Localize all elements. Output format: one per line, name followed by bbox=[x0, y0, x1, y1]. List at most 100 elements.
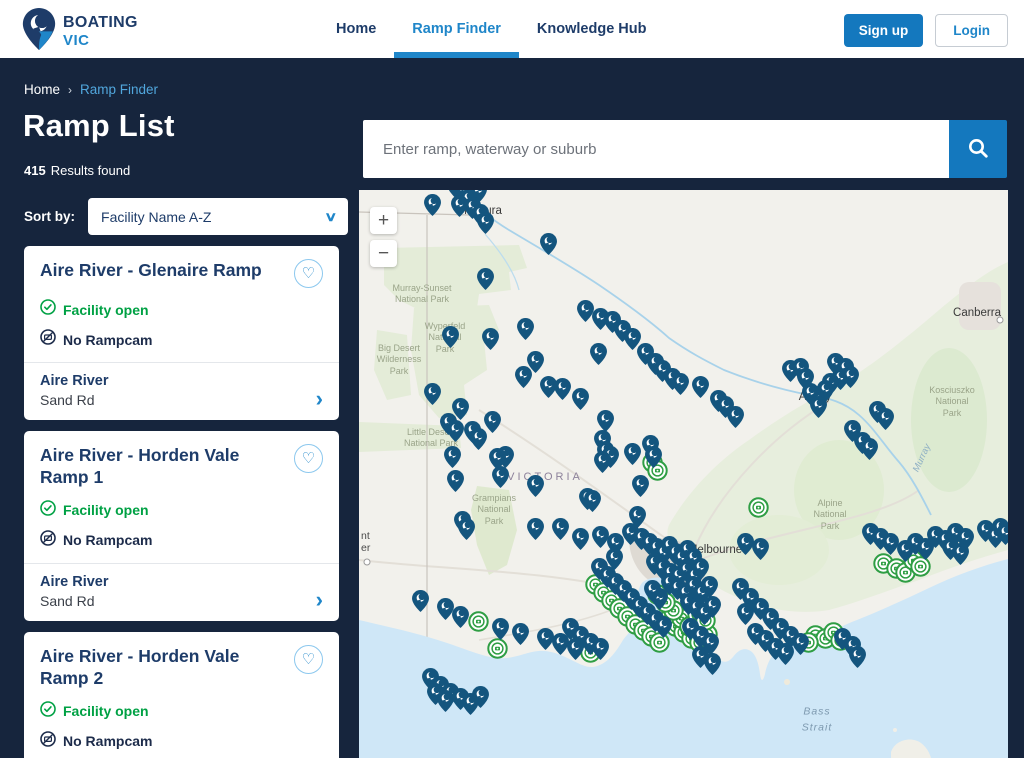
login-button[interactable]: Login bbox=[935, 14, 1008, 47]
map-pin[interactable] bbox=[792, 633, 809, 655]
signup-button[interactable]: Sign up bbox=[844, 14, 924, 47]
map-pin[interactable] bbox=[597, 410, 614, 432]
nav-home[interactable]: Home bbox=[318, 0, 394, 58]
map-pin[interactable] bbox=[489, 448, 506, 470]
search-input[interactable] bbox=[363, 120, 949, 178]
search-button[interactable] bbox=[949, 120, 1007, 178]
map-pin[interactable] bbox=[737, 603, 754, 625]
breadcrumb: Home › Ramp Finder bbox=[24, 82, 158, 97]
map-pin[interactable] bbox=[777, 643, 794, 665]
map-pin[interactable] bbox=[572, 528, 589, 550]
map-pin[interactable] bbox=[412, 590, 429, 612]
map-pin[interactable] bbox=[672, 373, 689, 395]
map-pin[interactable] bbox=[606, 548, 623, 570]
map-pin[interactable] bbox=[704, 596, 721, 618]
map-pin[interactable] bbox=[482, 328, 499, 350]
map-pin[interactable] bbox=[554, 378, 571, 400]
map-pin[interactable] bbox=[849, 646, 866, 668]
ramp-card[interactable]: Aire River - Horden Vale Ramp 1 ♡ Facili… bbox=[24, 431, 339, 621]
rampcam-status: No Rampcam bbox=[63, 532, 152, 548]
map-pin[interactable] bbox=[594, 451, 611, 473]
map-pin[interactable] bbox=[458, 518, 475, 540]
check-circle-icon bbox=[40, 701, 56, 722]
map-pin[interactable] bbox=[477, 212, 494, 234]
brand-logo[interactable]: BOATING VIC bbox=[22, 8, 138, 55]
map-pin[interactable] bbox=[704, 653, 721, 675]
map-pin[interactable] bbox=[692, 376, 709, 398]
map-pin[interactable] bbox=[810, 396, 827, 418]
map-pin[interactable] bbox=[447, 420, 464, 442]
nav-knowledge-hub[interactable]: Knowledge Hub bbox=[519, 0, 665, 58]
city-dot bbox=[997, 317, 1004, 324]
map-pin[interactable] bbox=[797, 368, 814, 390]
map-pin[interactable] bbox=[701, 576, 718, 598]
map-pin[interactable] bbox=[655, 616, 672, 638]
auth-buttons: Sign up Login bbox=[844, 14, 1008, 47]
map-pin[interactable] bbox=[917, 538, 934, 560]
brand-name-bottom: VIC bbox=[63, 33, 138, 48]
chevron-right-icon[interactable]: › bbox=[316, 591, 323, 609]
map-pin[interactable] bbox=[452, 606, 469, 628]
chevron-down-icon: ∨ bbox=[324, 209, 337, 225]
map-pin[interactable] bbox=[424, 383, 441, 405]
map-pin[interactable] bbox=[632, 475, 649, 497]
map-pin[interactable] bbox=[897, 540, 914, 562]
search-icon bbox=[967, 137, 989, 162]
ramp-card[interactable]: Aire River - Horden Vale Ramp 2 ♡ Facili… bbox=[24, 632, 339, 758]
sort-dropdown[interactable]: Facility Name A-Z ∨ bbox=[88, 198, 348, 235]
map-pin[interactable] bbox=[877, 408, 894, 430]
breadcrumb-current[interactable]: Ramp Finder bbox=[80, 82, 158, 97]
rampcam-marker[interactable] bbox=[487, 638, 508, 659]
favourite-button[interactable]: ♡ bbox=[294, 259, 323, 288]
map-pin[interactable] bbox=[472, 686, 489, 708]
ramp-card[interactable]: Aire River - Glenaire Ramp ♡ Facility op… bbox=[24, 246, 339, 420]
map-pin[interactable] bbox=[624, 443, 641, 465]
map-pin[interactable] bbox=[997, 523, 1009, 545]
map-pin[interactable] bbox=[515, 366, 532, 388]
results-label: Results found bbox=[51, 163, 131, 178]
map-pin[interactable] bbox=[477, 268, 494, 290]
map-pin[interactable] bbox=[552, 518, 569, 540]
map-pin[interactable] bbox=[424, 194, 441, 216]
rampcam-status: No Rampcam bbox=[63, 733, 152, 749]
chevron-right-icon[interactable]: › bbox=[316, 390, 323, 408]
page-title: Ramp List bbox=[23, 108, 175, 144]
search-bar bbox=[363, 120, 1007, 178]
map-pin[interactable] bbox=[540, 233, 557, 255]
map-pin[interactable] bbox=[842, 366, 859, 388]
map-pin[interactable] bbox=[572, 388, 589, 410]
zoom-out-button[interactable]: − bbox=[370, 240, 397, 267]
map-pin[interactable] bbox=[861, 438, 878, 460]
map-pin[interactable] bbox=[442, 326, 459, 348]
rampcam-marker[interactable] bbox=[748, 497, 769, 518]
map-pin[interactable] bbox=[752, 538, 769, 560]
ramp-title: Aire River - Horden Vale Ramp 2 bbox=[40, 645, 294, 690]
map-pin[interactable] bbox=[645, 446, 662, 468]
map-pin[interactable] bbox=[727, 406, 744, 428]
breadcrumb-home[interactable]: Home bbox=[24, 82, 60, 97]
map-pin[interactable] bbox=[517, 318, 534, 340]
favourite-button[interactable]: ♡ bbox=[294, 444, 323, 473]
heart-icon: ♡ bbox=[302, 266, 315, 281]
map-pin[interactable] bbox=[592, 638, 609, 660]
map-pin[interactable] bbox=[484, 411, 501, 433]
map-pin[interactable] bbox=[492, 618, 509, 640]
brand-wordmark: BOATING VIC bbox=[63, 15, 138, 48]
main-nav: Home Ramp Finder Knowledge Hub bbox=[318, 0, 664, 58]
nav-ramp-finder[interactable]: Ramp Finder bbox=[394, 0, 519, 58]
map-pin[interactable] bbox=[952, 543, 969, 565]
map-pin[interactable] bbox=[527, 518, 544, 540]
map-pin[interactable] bbox=[447, 470, 464, 492]
map-pin[interactable] bbox=[590, 343, 607, 365]
rampcam-marker[interactable] bbox=[468, 611, 489, 632]
zoom-in-button[interactable]: + bbox=[370, 207, 397, 234]
top-header: BOATING VIC Home Ramp Finder Knowledge H… bbox=[0, 0, 1024, 58]
map-pin[interactable] bbox=[444, 446, 461, 468]
facility-status: Facility open bbox=[63, 302, 149, 318]
favourite-button[interactable]: ♡ bbox=[294, 645, 323, 674]
results-count-line: 415Results found bbox=[24, 163, 130, 178]
map-pin[interactable] bbox=[512, 623, 529, 645]
map-pin[interactable] bbox=[584, 490, 601, 512]
map-pin[interactable] bbox=[527, 475, 544, 497]
ramp-map[interactable]: + − MilduraMurray-Sunset National ParkWy… bbox=[359, 190, 1008, 758]
